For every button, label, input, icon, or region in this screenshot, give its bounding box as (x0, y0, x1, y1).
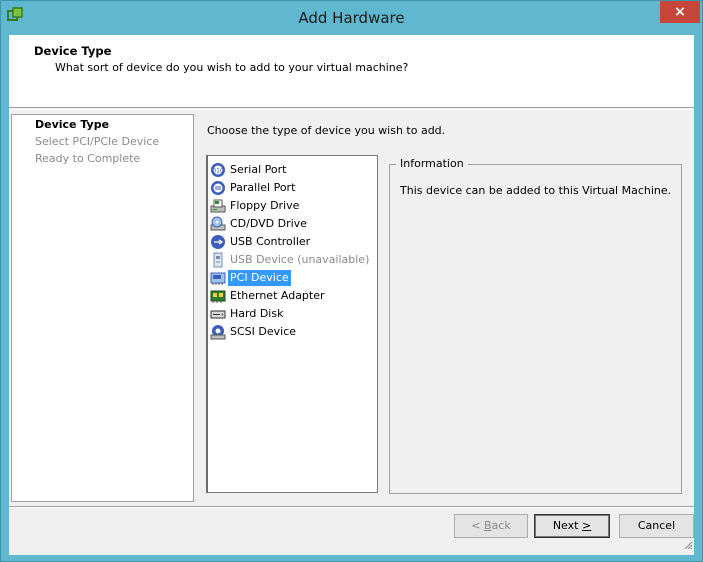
step-select-pci-device: Select PCI/PCIe Device (35, 135, 160, 148)
wizard-header: Device Type What sort of device do you w… (9, 35, 694, 108)
usb-device-icon (210, 252, 226, 268)
window-title: Add Hardware (298, 9, 405, 27)
title-bar[interactable]: Add Hardware × (1, 1, 702, 35)
floppy-drive-icon (210, 198, 226, 214)
list-item-pci-device[interactable]: PCI Device (210, 269, 291, 286)
list-item-scsi-device[interactable]: SCSI Device (210, 323, 298, 340)
header-title: Device Type (34, 44, 112, 58)
device-label: PCI Device (228, 269, 291, 286)
hard-disk-icon (210, 306, 226, 322)
list-item-cd-dvd-drive[interactable]: CD/DVD Drive (210, 215, 309, 232)
device-label: Floppy Drive (230, 198, 300, 212)
back-button[interactable]: < Back (454, 514, 528, 538)
list-item-ethernet-adapter[interactable]: Ethernet Adapter (210, 287, 327, 304)
dialog-client: Device Type What sort of device do you w… (9, 35, 694, 555)
back-button-prefix: < (471, 519, 484, 532)
close-button[interactable]: × (660, 1, 700, 23)
next-button-mnemonic: > (581, 519, 592, 532)
usb-controller-icon (210, 234, 226, 250)
header-subtitle: What sort of device do you wish to add t… (55, 61, 409, 74)
device-type-prompt: Choose the type of device you wish to ad… (207, 124, 446, 137)
list-item-serial-port[interactable]: 010 Serial Port (210, 161, 288, 178)
add-hardware-window: Add Hardware × Device Type What sort of … (0, 0, 703, 562)
serial-port-icon: 010 (210, 162, 226, 178)
parallel-port-icon (210, 180, 226, 196)
device-label: USB Controller (230, 234, 311, 248)
header-divider (9, 109, 694, 110)
device-type-list[interactable]: 010 Serial Port Parallel Port Floppy Dri… (206, 155, 378, 493)
device-label: USB Device (unavailable) (230, 252, 370, 266)
step-device-type: Device Type (35, 118, 110, 131)
list-item-hard-disk[interactable]: Hard Disk (210, 305, 285, 322)
cancel-button[interactable]: Cancel (619, 514, 694, 538)
device-label: Hard Disk (230, 306, 284, 320)
step-ready-to-complete: Ready to Complete (35, 152, 141, 165)
information-group (389, 164, 682, 494)
back-button-suffix: ack (491, 519, 511, 532)
list-item-parallel-port[interactable]: Parallel Port (210, 179, 297, 196)
information-legend: Information (396, 157, 468, 170)
svg-text:010: 010 (212, 167, 224, 174)
close-icon: × (674, 4, 686, 20)
footer-divider-highlight (9, 507, 694, 508)
list-item-floppy-drive[interactable]: Floppy Drive (210, 197, 301, 214)
back-button-mnemonic: B (484, 519, 492, 532)
next-button[interactable]: Next > (534, 514, 610, 538)
cd-dvd-drive-icon (210, 216, 226, 232)
pci-device-icon (210, 270, 226, 286)
next-button-prefix: Next (552, 519, 582, 532)
ethernet-adapter-icon (210, 288, 226, 304)
resize-grip-icon[interactable] (683, 540, 693, 550)
information-text: This device can be added to this Virtual… (400, 184, 672, 197)
device-label: Serial Port (230, 162, 287, 176)
scsi-device-icon (210, 324, 226, 340)
device-label: CD/DVD Drive (230, 216, 307, 230)
wizard-steps-panel: Device Type Select PCI/PCIe Device Ready… (11, 114, 194, 502)
device-label: Ethernet Adapter (230, 288, 325, 302)
device-label: SCSI Device (230, 324, 297, 338)
device-label: Parallel Port (230, 180, 296, 194)
list-item-usb-device[interactable]: USB Device (unavailable) (210, 251, 371, 268)
list-item-usb-controller[interactable]: USB Controller (210, 233, 312, 250)
